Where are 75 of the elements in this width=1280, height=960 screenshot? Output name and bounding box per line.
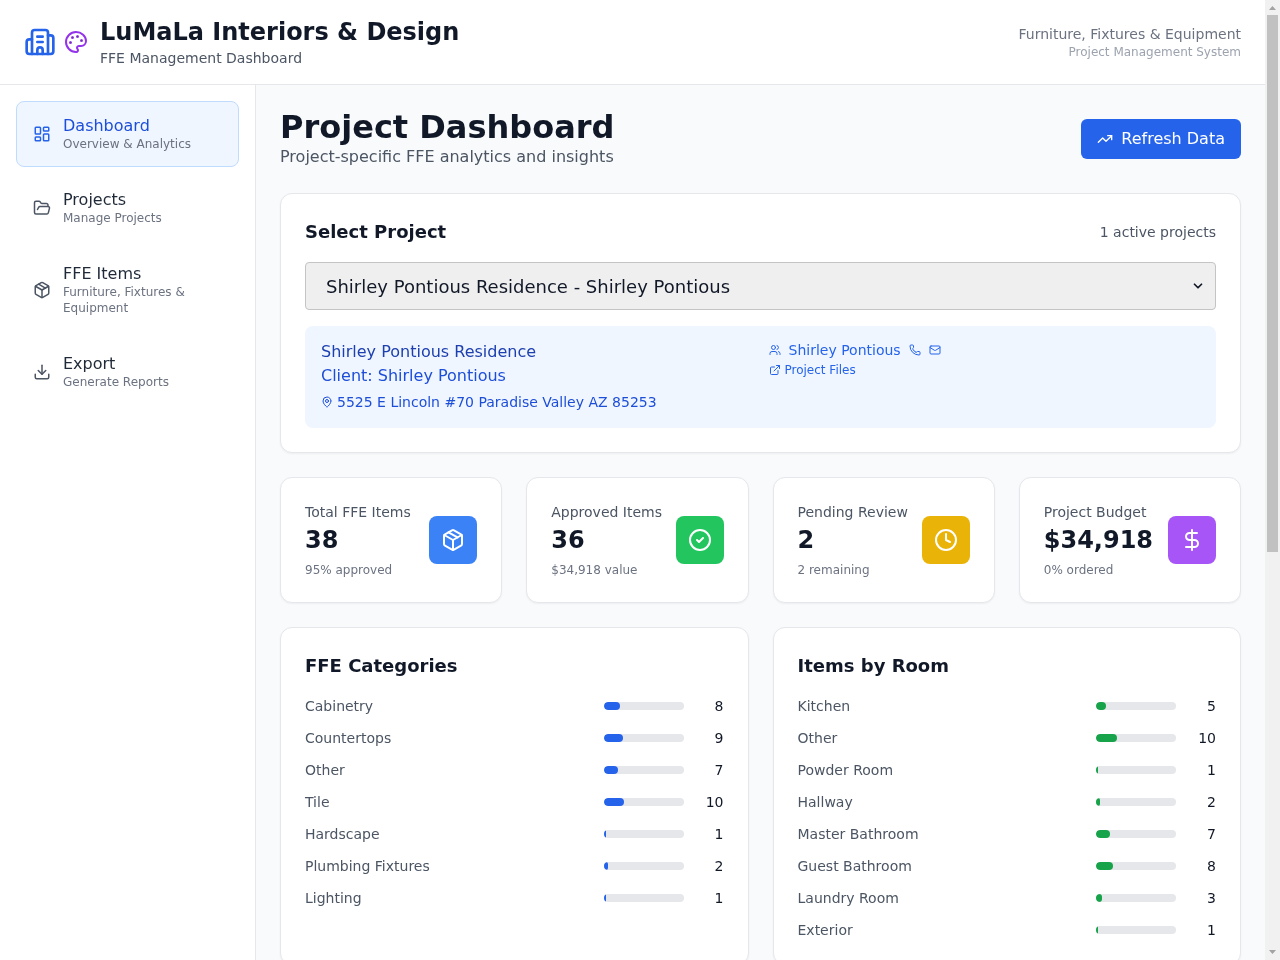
app-title: LuMaLa Interiors & Design [100, 17, 460, 48]
external-link-icon [768, 364, 781, 376]
active-projects-count: 1 active projects [1099, 223, 1216, 242]
row-label: Hardscape [305, 825, 381, 844]
app-subtitle: FFE Management Dashboard [100, 49, 304, 68]
row-label: Cabinetry [305, 697, 375, 716]
item-count: 8 [1206, 857, 1216, 876]
sidebar-item[interactable]: FFE Items Furniture, Fixtures & Equipment [16, 249, 239, 331]
item-count: 7 [1206, 825, 1216, 844]
contact-name: Shirley Pontious [788, 341, 901, 360]
page-title: Project Dashboard [280, 109, 615, 145]
row-label: Countertops [305, 729, 393, 748]
item-count: 1 [1206, 921, 1216, 940]
palette-icon [64, 30, 88, 54]
item-count: 2 [1206, 793, 1216, 812]
row-label: Tile [305, 793, 331, 812]
item-count: 2 [713, 857, 724, 876]
item-count: 7 [713, 761, 724, 780]
stat-value: $34,918 [1043, 525, 1154, 556]
building-icon [24, 26, 56, 58]
project-client: Client: Shirley Pontious [321, 365, 507, 387]
header-system-name: Project Management System [1068, 44, 1241, 60]
card-title: Items by Room [797, 654, 950, 678]
card-title: Select Project [305, 220, 447, 244]
row-label: Powder Room [797, 761, 895, 780]
stat-note: 95% approved [305, 562, 394, 578]
item-count: 1 [713, 825, 724, 844]
stat-note: 0% ordered [1043, 562, 1115, 578]
row-label: Plumbing Fixtures [305, 857, 431, 876]
project-select[interactable]: Shirley Pontious Residence - Shirley Pontious [305, 262, 1216, 310]
stat-label: Approved Items [551, 503, 662, 522]
item-count: 9 [713, 729, 724, 748]
row-label: Guest Bathroom [797, 857, 913, 876]
map-pin-icon [321, 396, 333, 408]
header-tagline: Furniture, Fixtures & Equipment [1018, 25, 1241, 44]
project-name: Shirley Pontious Residence [321, 341, 538, 363]
sidebar-item[interactable]: Export Generate Reports [16, 339, 239, 405]
project-files-link[interactable]: Project Files [768, 362, 856, 378]
row-label: Other [797, 729, 839, 748]
item-count: 8 [713, 697, 724, 716]
sidebar-item[interactable]: Projects Manage Projects [16, 175, 239, 241]
row-label: Hallway [797, 793, 854, 812]
layout-grid-icon [33, 125, 51, 143]
row-label: Other [305, 761, 346, 780]
stat-value: 36 [551, 525, 586, 556]
item-count: 3 [1206, 889, 1216, 908]
refresh-button[interactable]: Refresh Data [1081, 119, 1241, 159]
item-count: 10 [704, 793, 724, 812]
scrollbar[interactable] [1265, 0, 1280, 960]
project-address: 5525 E Lincoln #70 Paradise Valley AZ 85253 [337, 393, 657, 412]
sidebar-item[interactable]: Dashboard Overview & Analytics [16, 101, 239, 167]
stat-label: Pending Review [797, 503, 908, 522]
stat-value: 2 [797, 525, 816, 556]
row-label: Exterior [797, 921, 854, 940]
row-label: Laundry Room [797, 889, 900, 908]
mail-icon[interactable] [928, 344, 941, 356]
card-title: FFE Categories [305, 654, 459, 678]
box-icon [33, 281, 51, 299]
page-subtitle: Project-specific FFE analytics and insights [280, 146, 615, 168]
row-label: Lighting [305, 889, 363, 908]
folder-icon [33, 199, 51, 217]
item-count: 10 [1197, 729, 1216, 748]
download-icon [33, 363, 51, 381]
item-count: 1 [713, 889, 724, 908]
stat-note: $34,918 value [551, 562, 639, 578]
row-label: Kitchen [797, 697, 852, 716]
stat-label: Project Budget [1043, 503, 1148, 522]
item-count: 5 [1206, 697, 1216, 716]
phone-icon[interactable] [908, 344, 921, 356]
row-label: Master Bathroom [797, 825, 920, 844]
stat-label: Total FFE Items [305, 503, 411, 522]
stat-value: 38 [305, 525, 340, 556]
stat-note: 2 remaining [797, 562, 871, 578]
users-icon [768, 344, 781, 356]
item-count: 1 [1206, 761, 1216, 780]
